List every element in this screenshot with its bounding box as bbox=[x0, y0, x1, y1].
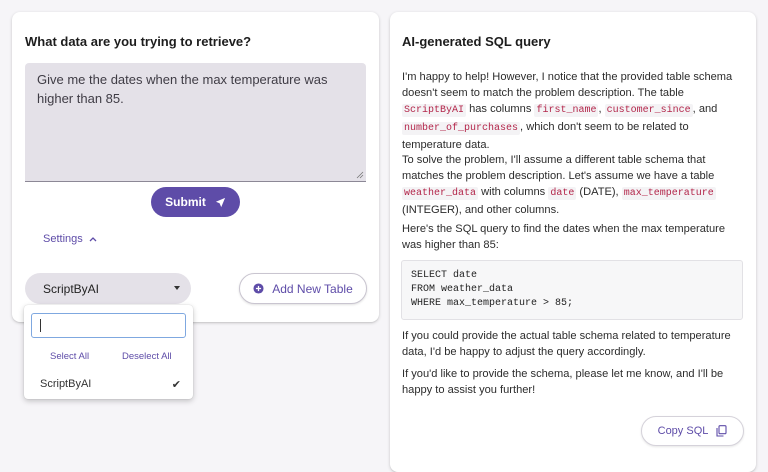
plus-circle-icon bbox=[253, 283, 264, 294]
dropdown-option-scriptbyai[interactable]: ScriptByAI ✔ bbox=[24, 373, 193, 395]
response-paragraph-3: Here's the SQL query to find the dates w… bbox=[402, 223, 725, 251]
submit-button[interactable]: Submit bbox=[151, 187, 240, 217]
settings-toggle[interactable]: Settings bbox=[43, 233, 97, 245]
text-segment: I'm happy to help! However, I notice tha… bbox=[402, 71, 733, 99]
inline-code: first_name bbox=[534, 104, 599, 117]
table-dropdown-menu: Select All Deselect All ScriptByAI ✔ bbox=[24, 305, 193, 399]
query-input-card: What data are you trying to retrieve? Gi… bbox=[12, 12, 379, 322]
response-paragraph-4: If you could provide the actual table sc… bbox=[402, 330, 731, 358]
table-select-value: ScriptByAI bbox=[43, 281, 100, 296]
send-icon bbox=[215, 197, 225, 207]
query-text: Give me the dates when the max temperatu… bbox=[37, 72, 328, 106]
inline-code: weather_data bbox=[402, 187, 479, 200]
inline-code: max_temperature bbox=[621, 187, 716, 200]
checkmark-icon: ✔ bbox=[171, 379, 181, 391]
text-segment: (INTEGER), and other columns. bbox=[402, 204, 560, 216]
inline-code: ScriptByAI bbox=[402, 104, 467, 117]
dropdown-search-input[interactable] bbox=[31, 313, 186, 338]
text-segment: has columns bbox=[466, 103, 535, 115]
copy-icon bbox=[716, 425, 727, 437]
select-all-button[interactable]: Select All bbox=[50, 351, 89, 362]
copy-sql-button[interactable]: Copy SQL bbox=[641, 416, 744, 446]
result-title: AI-generated SQL query bbox=[402, 34, 551, 49]
settings-label: Settings bbox=[43, 233, 83, 245]
deselect-all-button[interactable]: Deselect All bbox=[122, 351, 172, 362]
add-new-table-button[interactable]: Add New Table bbox=[239, 273, 367, 304]
query-prompt-title: What data are you trying to retrieve? bbox=[25, 34, 252, 49]
option-label: ScriptByAI bbox=[40, 378, 92, 390]
text-segment: , bbox=[598, 103, 605, 115]
text-cursor bbox=[40, 319, 41, 332]
text-segment: , and bbox=[692, 103, 718, 115]
response-paragraph-5: If you'd like to provide the schema, ple… bbox=[402, 368, 724, 396]
resize-grip-icon[interactable] bbox=[356, 171, 364, 179]
response-paragraph-1: I'm happy to help! However, I notice tha… bbox=[402, 69, 744, 153]
sql-code-block: SELECT date FROM weather_data WHERE max_… bbox=[401, 260, 743, 320]
text-segment: with columns bbox=[478, 186, 549, 198]
text-segment: To solve the problem, I'll assume a diff… bbox=[402, 154, 715, 182]
inline-code: number_of_purchases bbox=[402, 122, 521, 135]
caret-down-icon bbox=[174, 286, 180, 290]
chevron-up-icon bbox=[89, 237, 97, 242]
copy-sql-label: Copy SQL bbox=[657, 425, 709, 437]
sql-result-card: AI-generated SQL query I'm happy to help… bbox=[390, 12, 756, 472]
table-select[interactable]: ScriptByAI bbox=[25, 273, 191, 304]
submit-label: Submit bbox=[165, 195, 206, 209]
response-paragraph-2: To solve the problem, I'll assume a diff… bbox=[402, 152, 744, 218]
inline-code: date bbox=[548, 187, 577, 200]
add-table-label: Add New Table bbox=[272, 281, 353, 296]
text-segment: (DATE), bbox=[576, 186, 622, 198]
inline-code: customer_since bbox=[604, 104, 693, 117]
query-textarea[interactable]: Give me the dates when the max temperatu… bbox=[25, 63, 366, 182]
